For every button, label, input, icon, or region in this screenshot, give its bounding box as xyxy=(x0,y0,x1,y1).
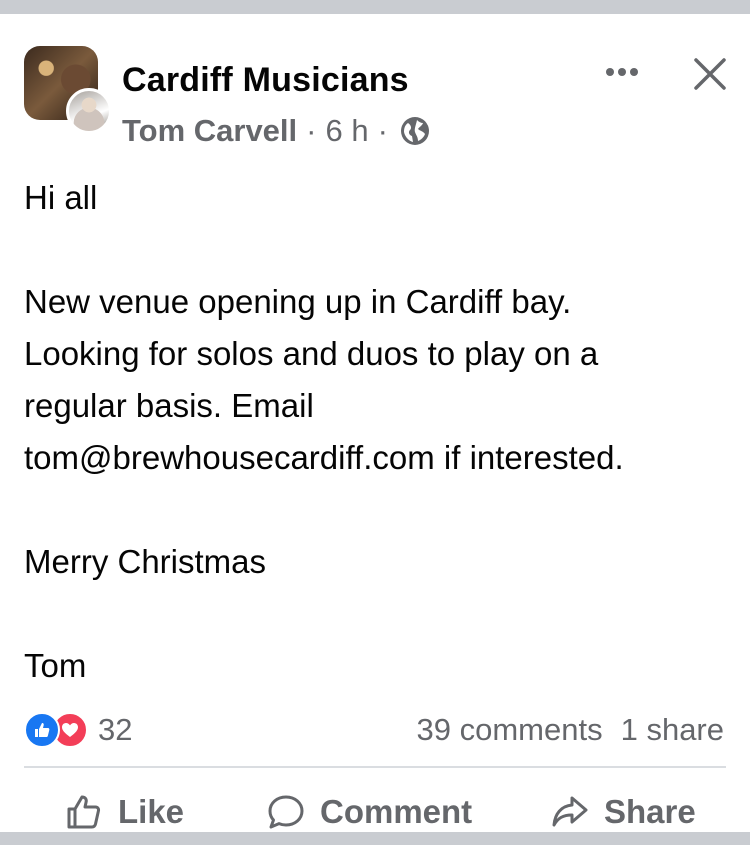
shares-count[interactable]: 1 share xyxy=(621,712,724,748)
action-bar: Like Comment Share xyxy=(0,784,750,840)
divider xyxy=(24,766,726,768)
meta-separator: · xyxy=(306,113,317,148)
share-button[interactable]: Share xyxy=(550,784,696,840)
globe-icon xyxy=(400,117,429,145)
comments-count[interactable]: 39 comments xyxy=(417,712,603,748)
post-card: Cardiff Musicians Tom Carvell · 6 h · Hi… xyxy=(0,14,750,832)
author-avatar[interactable] xyxy=(66,88,112,134)
more-options-icon[interactable] xyxy=(604,58,640,86)
engagement-counts: 39 comments 1 share xyxy=(417,712,724,748)
post-time[interactable]: 6 h xyxy=(325,113,368,149)
thumbs-up-icon xyxy=(67,795,101,829)
share-label: Share xyxy=(604,793,696,830)
like-button[interactable]: Like xyxy=(64,784,184,840)
reactions-summary[interactable]: 32 xyxy=(24,712,132,748)
reactions-count: 32 xyxy=(98,712,133,747)
comment-label: Comment xyxy=(320,793,473,830)
comment-button[interactable]: Comment xyxy=(266,784,472,840)
comment-icon xyxy=(268,795,304,829)
share-icon xyxy=(552,796,588,827)
close-icon[interactable] xyxy=(690,54,730,94)
avatar-stack[interactable] xyxy=(24,46,112,138)
post-body: Hi all New venue opening up in Cardiff b… xyxy=(24,179,624,684)
meta-separator: · xyxy=(377,113,388,148)
like-label: Like xyxy=(118,793,185,830)
post-meta: Tom Carvell · 6 h · xyxy=(122,113,431,149)
like-reaction-icon xyxy=(24,712,60,748)
author-name[interactable]: Tom Carvell xyxy=(122,113,297,149)
group-name[interactable]: Cardiff Musicians xyxy=(122,61,409,100)
